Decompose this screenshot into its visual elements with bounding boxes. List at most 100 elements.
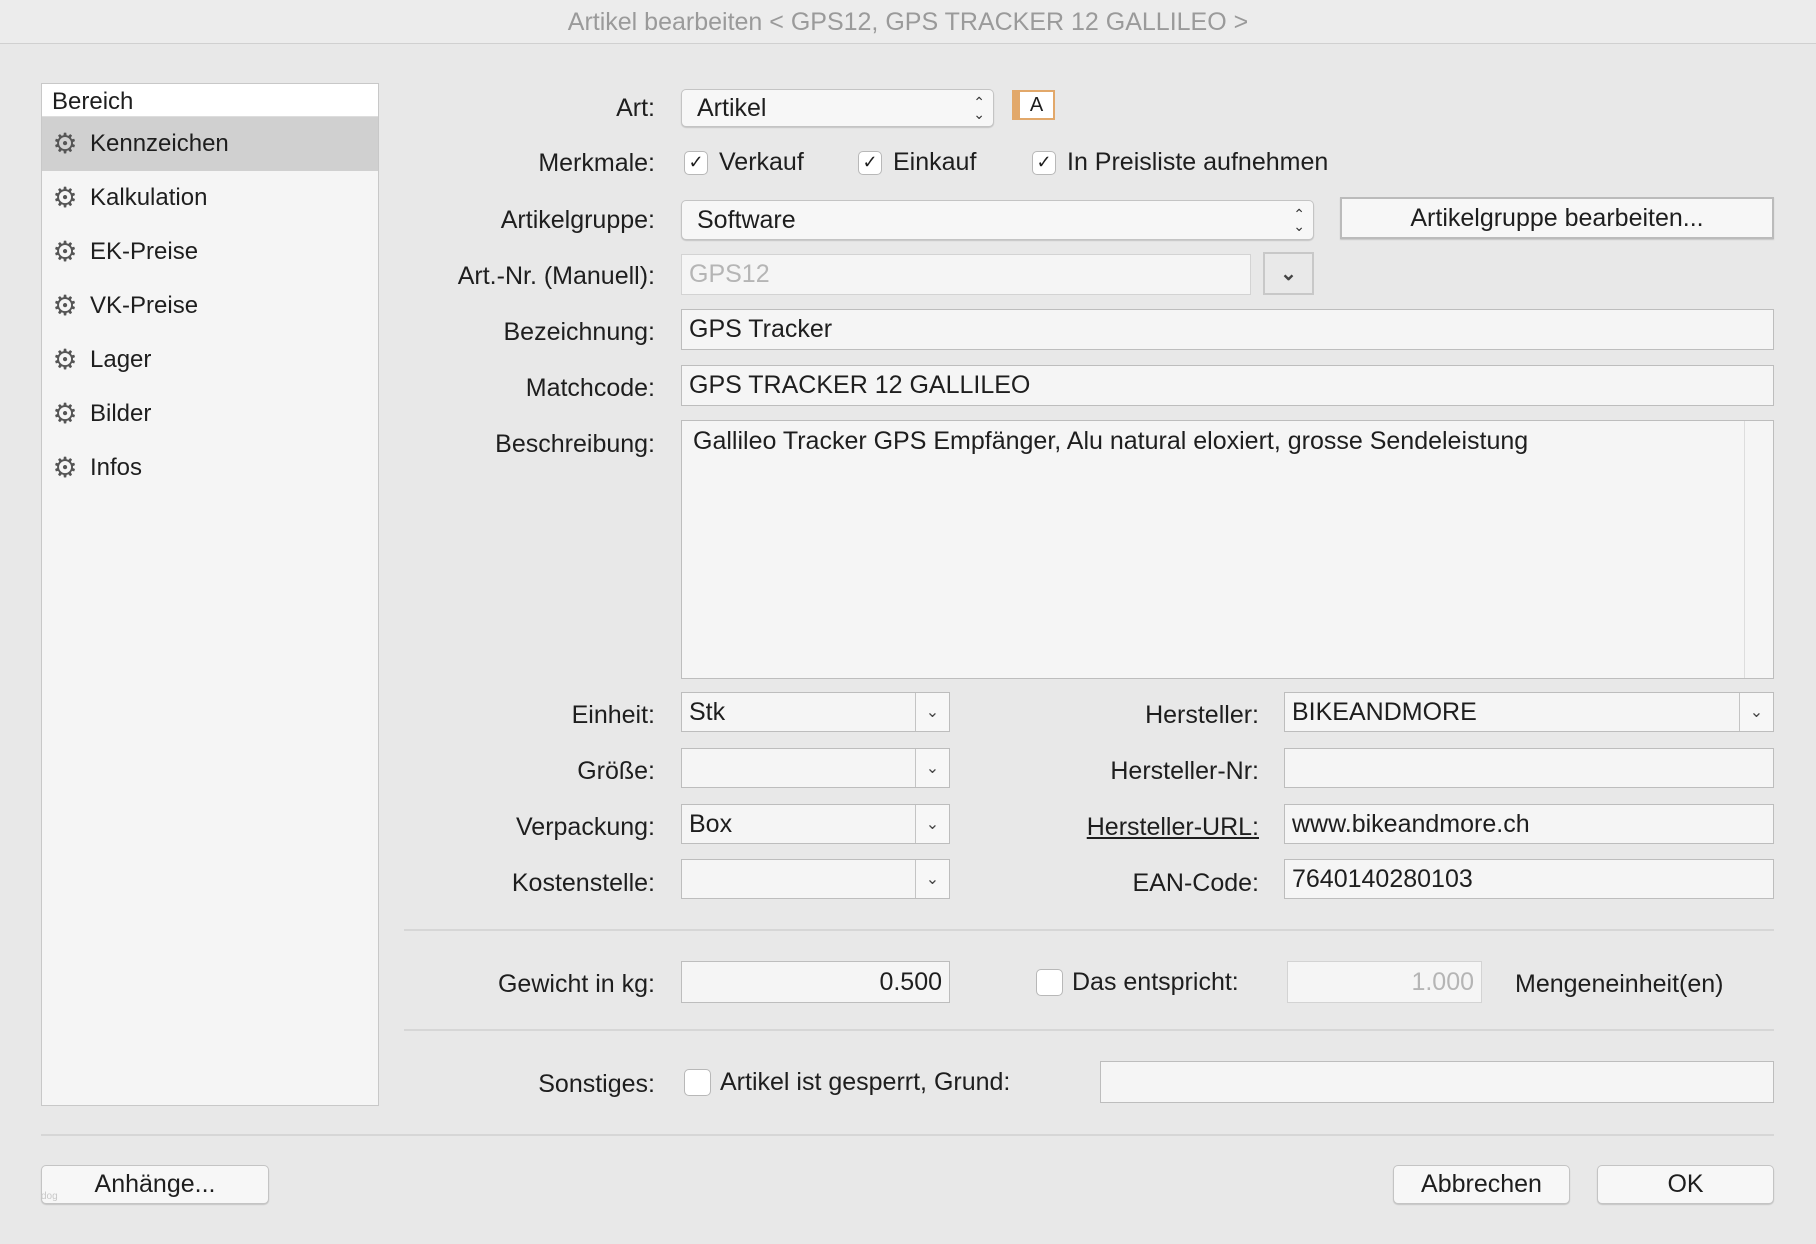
sidebar-item-label: VK-Preise [90, 292, 199, 319]
artikelgruppe-edit-button[interactable]: Artikelgruppe bearbeiten... [1340, 197, 1774, 239]
kostenstelle-label: Kostenstelle: [511, 869, 655, 897]
chevron-down-icon[interactable]: ⌄ [1739, 693, 1773, 731]
chevron-down-icon[interactable]: ⌄ [915, 693, 949, 731]
herstellernr-label: Hersteller-Nr: [1110, 757, 1259, 785]
verpackung-combo[interactable]: Box ⌄ [681, 804, 950, 844]
gear-icon: ⚙ [52, 128, 78, 159]
verkauf-label: Verkauf [719, 148, 804, 176]
bezeichnung-label: Bezeichnung: [503, 318, 655, 346]
sidebar-item-bilder[interactable]: ⚙ Bilder [42, 387, 378, 441]
gear-icon: ⚙ [52, 236, 78, 267]
art-select[interactable]: Artikel ⌃ ⌄ [681, 89, 994, 127]
artikelgruppe-select[interactable]: Software ⌃ ⌄ [681, 200, 1314, 240]
entspricht-input[interactable]: 1.000 [1287, 961, 1482, 1003]
sidebar-item-lager[interactable]: ⚙ Lager [42, 333, 378, 387]
gesperrt-grund-input[interactable] [1100, 1061, 1774, 1103]
artnr-label: Art.-Nr. (Manuell): [457, 262, 655, 290]
kostenstelle-combo[interactable]: ⌄ [681, 859, 950, 899]
einheit-value: Stk [689, 697, 726, 726]
gear-icon: ⚙ [52, 398, 78, 429]
einheit-combo[interactable]: Stk ⌄ [681, 692, 950, 732]
attachments-button[interactable]: Anhänge... [41, 1165, 269, 1204]
beschreibung-text: Gallileo Tracker GPS Empfänger, Alu natu… [693, 427, 1529, 455]
preisliste-label: In Preisliste aufnehmen [1067, 148, 1329, 176]
sidebar-item-kalkulation[interactable]: ⚙ Kalkulation [42, 171, 378, 225]
verpackung-label: Verpackung: [516, 813, 655, 841]
art-value: Artikel [697, 93, 767, 122]
hersteller-value: BIKEANDMORE [1292, 697, 1477, 726]
divider [41, 1134, 1774, 1136]
gesperrt-checkbox[interactable]: Artikel ist gesperrt, Grund: [684, 1068, 1010, 1097]
gewicht-input[interactable]: 0.500 [681, 961, 950, 1003]
checkbox-box [1036, 969, 1063, 996]
check-icon: ✓ [858, 150, 882, 175]
divider [404, 929, 1774, 931]
sidebar-item-ek-preise[interactable]: ⚙ EK-Preise [42, 225, 378, 279]
einheit-label: Einheit: [571, 701, 655, 729]
cancel-button[interactable]: Abbrechen [1393, 1165, 1570, 1204]
gear-icon: ⚙ [52, 182, 78, 213]
matchcode-input[interactable]: GPS TRACKER 12 GALLILEO [681, 365, 1774, 406]
badge-letter: A [1020, 92, 1053, 118]
sidebar-item-kennzeichen[interactable]: ⚙ Kennzeichen [42, 117, 378, 171]
artnr-input[interactable]: GPS12 [681, 254, 1251, 295]
sidebar-item-vk-preise[interactable]: ⚙ VK-Preise [42, 279, 378, 333]
hersteller-url-link[interactable]: Hersteller-URL: [1087, 813, 1259, 842]
sidebar-item-label: Bilder [90, 400, 152, 427]
gear-icon: ⚙ [52, 452, 78, 483]
hersteller-label: Hersteller: [1145, 701, 1259, 729]
verpackung-value: Box [689, 809, 733, 838]
sidebar-item-label: EK-Preise [90, 238, 199, 265]
scrollbar[interactable] [1744, 421, 1773, 678]
artikelgruppe-label: Artikelgruppe: [500, 206, 655, 234]
beschreibung-textarea[interactable]: Gallileo Tracker GPS Empfänger, Alu natu… [681, 420, 1774, 679]
sidebar-item-label: Lager [90, 346, 152, 373]
ean-label: EAN-Code: [1132, 869, 1259, 897]
gesperrt-label: Artikel ist gesperrt, Grund: [720, 1068, 1011, 1096]
bezeichnung-input[interactable]: GPS Tracker [681, 309, 1774, 350]
chevron-down-icon[interactable]: ⌄ [915, 805, 949, 843]
art-badge[interactable]: A [1012, 90, 1055, 120]
groesse-combo[interactable]: ⌄ [681, 748, 950, 788]
einkauf-checkbox[interactable]: ✓ Einkauf [858, 148, 976, 177]
chevron-down-icon: ⌄ [1280, 263, 1297, 285]
hersteller-combo[interactable]: BIKEANDMORE ⌄ [1284, 692, 1774, 732]
verkauf-checkbox[interactable]: ✓ Verkauf [684, 148, 804, 177]
check-icon: ✓ [1032, 150, 1056, 175]
sonstiges-label: Sonstiges: [538, 1070, 655, 1098]
checkbox-box [684, 1069, 711, 1096]
divider [404, 1029, 1774, 1031]
window-title: Artikel bearbeiten < GPS12, GPS TRACKER … [0, 0, 1816, 44]
gear-icon: ⚙ [52, 290, 78, 321]
sidebar-header: Bereich [42, 84, 378, 117]
beschreibung-label: Beschreibung: [495, 430, 655, 458]
chevron-down-icon[interactable]: ⌄ [915, 749, 949, 787]
gewicht-label: Gewicht in kg: [497, 970, 655, 998]
sidebar-item-label: Kennzeichen [90, 130, 229, 157]
check-icon: ✓ [684, 150, 708, 175]
ean-input[interactable]: 7640140280103 [1284, 859, 1774, 899]
corner-tag: dog [41, 1191, 58, 1202]
mengeneinheit-label: Mengeneinheit(en) [1515, 970, 1724, 998]
einkauf-label: Einkauf [893, 148, 977, 176]
updown-icon: ⌃ ⌄ [973, 94, 985, 122]
artnr-dropdown-button[interactable]: ⌄ [1263, 252, 1314, 295]
hersteller-url-input[interactable]: www.bikeandmore.ch [1284, 804, 1774, 844]
updown-icon: ⌃ ⌄ [1293, 206, 1305, 234]
sidebar-item-label: Kalkulation [90, 184, 208, 211]
matchcode-label: Matchcode: [525, 374, 655, 402]
herstellernr-input[interactable] [1284, 748, 1774, 788]
groesse-label: Größe: [577, 757, 655, 785]
merkmale-label: Merkmale: [538, 149, 655, 177]
sidebar-item-label: Infos [90, 454, 143, 481]
preisliste-checkbox[interactable]: ✓ In Preisliste aufnehmen [1032, 148, 1328, 177]
gear-icon: ⚙ [52, 344, 78, 375]
entspricht-checkbox[interactable]: Das entspricht: [1036, 968, 1239, 997]
sidebar: Bereich ⚙ Kennzeichen ⚙ Kalkulation ⚙ EK-Pr… [41, 83, 379, 1106]
chevron-down-icon[interactable]: ⌄ [915, 860, 949, 898]
art-label: Art: [616, 94, 655, 122]
entspricht-label: Das entspricht: [1072, 968, 1239, 996]
artikelgruppe-value: Software [697, 205, 796, 234]
sidebar-item-infos[interactable]: ⚙ Infos [42, 441, 378, 495]
ok-button[interactable]: OK [1597, 1165, 1774, 1204]
